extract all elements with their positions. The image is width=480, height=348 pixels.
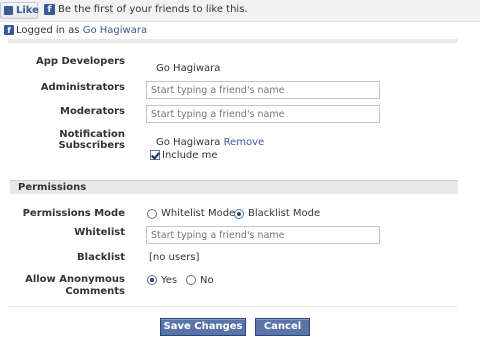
whitelist-mode-label: Whitelist Mode — [161, 208, 236, 219]
like-bar: Like f Be the first of your friends to li… — [0, 0, 480, 22]
blacklist-mode-radio[interactable] — [234, 209, 244, 219]
anonymous-yes-radio[interactable] — [147, 275, 157, 285]
include-me-checkbox[interactable] — [150, 150, 160, 160]
notification-subscriber-entry: Go Hagiwara Remove — [156, 137, 264, 148]
save-changes-button[interactable]: Save Changes — [160, 318, 246, 336]
administrators-input[interactable] — [146, 81, 380, 99]
include-me-label: Include me — [162, 150, 218, 161]
app-developers-label: App Developers — [35, 56, 125, 67]
allow-anonymous-label-line1: Allow Anonymous — [25, 274, 125, 285]
anonymous-no-label: No — [200, 275, 214, 286]
moderators-input[interactable] — [146, 105, 380, 123]
like-button-label: Like — [16, 5, 39, 16]
whitelist-mode-radio[interactable] — [147, 209, 157, 219]
notification-subscribers-label: Notification Subscribers — [58, 129, 125, 151]
like-text: Be the first of your friends to like thi… — [58, 4, 248, 15]
top-divider — [8, 39, 458, 43]
bottom-divider — [8, 306, 458, 307]
anonymous-no-radio[interactable] — [186, 275, 196, 285]
like-social-text: f Be the first of your friends to like th… — [44, 4, 248, 18]
logged-in-row: f Logged in as Go Hagiwara — [4, 25, 147, 39]
anonymous-yes-label: Yes — [161, 275, 178, 286]
whitelist-input[interactable] — [146, 226, 380, 244]
blacklist-label: Blacklist — [77, 252, 125, 263]
blacklist-value: [no users] — [149, 252, 200, 263]
logged-in-prefix: Logged in as — [16, 25, 80, 36]
allow-anonymous-label-line2: Comments — [65, 286, 125, 297]
cancel-button[interactable]: Cancel — [255, 318, 310, 336]
facebook-f-icon: f — [44, 4, 55, 15]
whitelist-label: Whitelist — [74, 227, 125, 238]
permissions-section-header: Permissions — [10, 180, 458, 194]
remove-subscriber-link[interactable]: Remove — [224, 137, 265, 148]
facebook-f-icon: f — [4, 25, 14, 35]
blacklist-mode-label: Blacklist Mode — [248, 208, 321, 219]
subscriber-name: Go Hagiwara — [156, 137, 221, 148]
app-developers-value: Go Hagiwara — [156, 63, 221, 74]
permissions-mode-label: Permissions Mode — [22, 208, 125, 219]
facebook-icon — [4, 6, 13, 15]
administrators-label: Administrators — [40, 82, 125, 93]
logged-in-user-link[interactable]: Go Hagiwara — [83, 25, 147, 36]
moderators-label: Moderators — [60, 106, 125, 117]
like-button[interactable]: Like — [0, 2, 39, 19]
permissions-header-label: Permissions — [18, 182, 87, 193]
